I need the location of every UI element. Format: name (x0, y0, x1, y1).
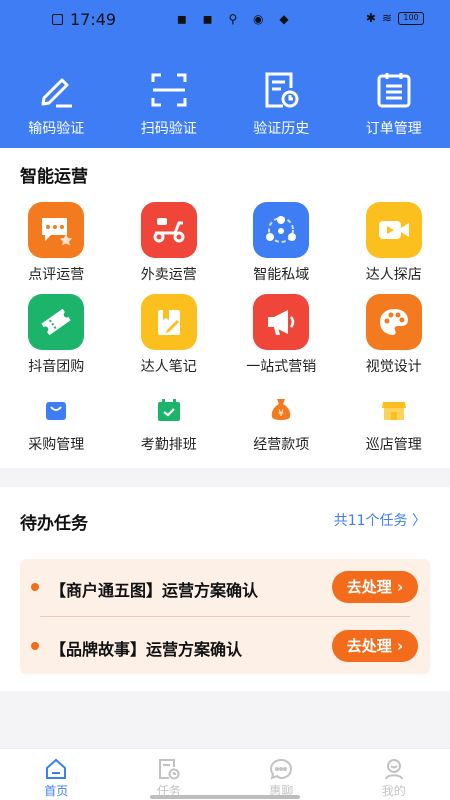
todo-more-link[interactable]: 共11个任务 〉 (334, 510, 426, 530)
status-time: 17:49 (70, 10, 117, 29)
process-button[interactable]: 去处理 › (332, 630, 418, 662)
grid-item-label: 点评运营 (28, 267, 85, 283)
quick-verify-history[interactable]: 验证历史 (225, 70, 338, 138)
grid-item-label: 达人笔记 (140, 359, 197, 375)
grid-item-label: 一站式营销 (246, 359, 317, 375)
status-bar: 17:49 ◼ ◼ ⚲ ◉ ◆ ✱ ≋ 100 (0, 0, 450, 40)
scooter-icon (140, 202, 197, 258)
quick-label: 输码验证 (28, 121, 85, 137)
section-title: 智能运营 (20, 167, 88, 187)
grid-item-business-funds[interactable]: ¥ 经营款项 (225, 390, 338, 470)
review-chat-icon (28, 202, 85, 258)
grid-item-private-domain[interactable]: 智能私域 (225, 202, 338, 294)
smart-ops-grid: 点评运营 外卖运营 智能私域 达人探店 抖音团购 达人笔记 一站式营销 视觉设计… (0, 202, 450, 470)
grid-item-delivery-ops[interactable]: 外卖运营 (113, 202, 226, 294)
quick-label: 扫码验证 (140, 121, 197, 137)
tab-label: 我的 (381, 784, 406, 798)
profile-icon (384, 759, 403, 780)
task-item[interactable]: 【品牌故事】运营方案确认 去处理 › (20, 618, 430, 674)
task-text: 【商户通五图】运营方案确认 (50, 581, 259, 600)
grid-item-label: 采购管理 (28, 437, 85, 453)
todo-count-label: 共11个任务 (333, 513, 412, 529)
notification-icons: ◼ ◼ ⚲ ◉ ◆ (118, 12, 295, 26)
grid-item-label: 抖音团购 (28, 359, 85, 375)
chevron-right-icon: 〉 (412, 513, 426, 529)
task-list: 【商户通五图】运营方案确认 去处理 › 【品牌故事】运营方案确认 去处理 › (20, 559, 430, 674)
quick-label: 验证历史 (253, 121, 310, 137)
grid-item-influencer-notes[interactable]: 达人笔记 (113, 294, 226, 386)
grid-item-review-ops[interactable]: 点评运营 (0, 202, 113, 294)
divider (40, 616, 410, 617)
tab-tasks[interactable]: 任务 (113, 749, 226, 800)
ticket-icon (28, 294, 85, 350)
tab-label: 首页 (44, 784, 69, 798)
bluetooth-icon: ✱ (365, 11, 376, 25)
todo-card: 待办任务 共11个任务 〉 【商户通五图】运营方案确认 去处理 › 【品牌故事】… (0, 487, 450, 691)
pencil-icon (41, 78, 73, 108)
task-item[interactable]: 【商户通五图】运营方案确认 去处理 › (20, 559, 430, 615)
grid-item-douyin-groupbuy[interactable]: 抖音团购 (0, 294, 113, 386)
people-network-icon (253, 202, 310, 258)
bullet-dot (31, 642, 39, 650)
process-button[interactable]: 去处理 › (332, 571, 418, 603)
smart-ops-card: 智能运营 点评运营 外卖运营 智能私域 达人探店 抖音团购 达人笔记 一站式营销… (0, 148, 450, 468)
chat-icon (270, 758, 293, 780)
palette-icon (365, 294, 422, 350)
header: 17:49 ◼ ◼ ⚲ ◉ ◆ ✱ ≋ 100 输码验证 扫码验证 验证历史 订… (0, 0, 450, 148)
store-icon (380, 396, 408, 424)
grid-item-label: 智能私域 (253, 267, 310, 283)
quick-input-code[interactable]: 输码验证 (0, 70, 113, 138)
tab-home[interactable]: 首页 (0, 749, 113, 800)
grid-item-label: 巡店管理 (365, 437, 422, 453)
tab-profile[interactable]: 我的 (338, 749, 450, 800)
status-right: ✱ ≋ 100 (366, 11, 424, 25)
tab-chat[interactable]: 惠聊 (225, 749, 338, 800)
grid-item-label: 外卖运营 (140, 267, 197, 283)
shopping-bag-icon (42, 396, 70, 424)
grid-item-label: 经营款项 (253, 437, 310, 453)
quick-order-manage[interactable]: 订单管理 (338, 70, 450, 138)
quick-actions: 输码验证 扫码验证 验证历史 订单管理 (0, 70, 450, 138)
quick-label: 订单管理 (365, 121, 422, 137)
grid-item-influencer-visit[interactable]: 达人探店 (338, 202, 450, 294)
grid-item-purchase[interactable]: 采购管理 (0, 390, 113, 470)
task-text: 【品牌故事】运营方案确认 (50, 640, 243, 659)
grid-item-store-patrol[interactable]: 巡店管理 (338, 390, 450, 470)
battery-icon: 100 (398, 11, 424, 25)
money-bag-icon: ¥ (267, 396, 295, 424)
calendar-check-icon (155, 396, 183, 424)
megaphone-icon (253, 294, 310, 350)
grid-item-visual-design[interactable]: 视觉设计 (338, 294, 450, 386)
grid-item-attendance[interactable]: 考勤排班 (113, 390, 226, 470)
bullet-dot (31, 583, 39, 591)
task-icon (158, 759, 180, 780)
todo-title: 待办任务 (20, 514, 88, 534)
sim-icon (52, 12, 69, 26)
grid-item-one-stop-marketing[interactable]: 一站式营销 (225, 294, 338, 386)
grid-item-label: 视觉设计 (365, 359, 422, 375)
notebook-icon (140, 294, 197, 350)
quick-scan-code[interactable]: 扫码验证 (113, 70, 226, 138)
bottom-tab-bar: 首页 任务 惠聊 我的 (0, 748, 450, 800)
svg-text:¥: ¥ (278, 409, 284, 419)
video-camera-icon (365, 202, 422, 258)
order-list-icon (377, 73, 411, 108)
grid-item-label: 考勤排班 (140, 437, 197, 453)
home-indicator (150, 795, 300, 799)
home-icon (46, 758, 67, 779)
grid-item-label: 达人探店 (365, 267, 422, 283)
history-icon (265, 72, 299, 108)
wifi-icon: ≋ (381, 11, 392, 25)
scan-icon (151, 73, 187, 107)
